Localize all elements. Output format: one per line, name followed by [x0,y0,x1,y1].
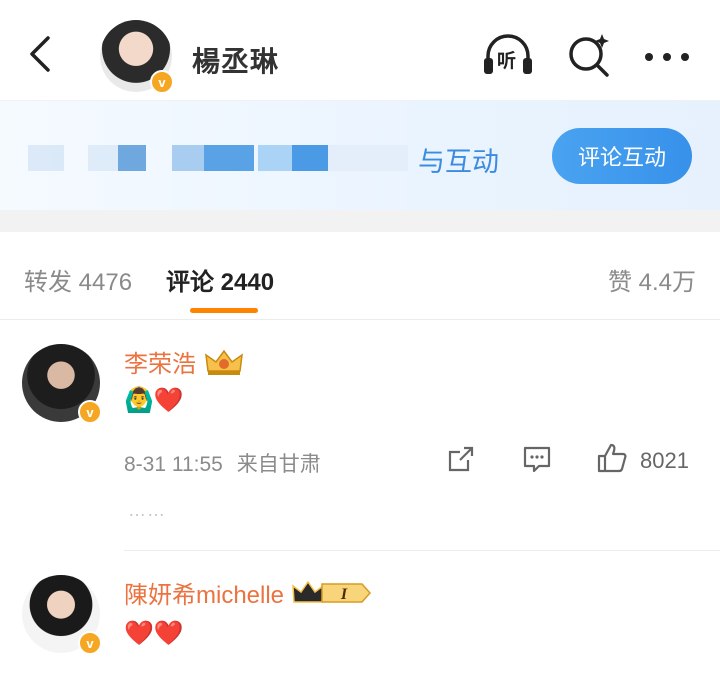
comment-item: v 陳妍希michelle I ❤️❤️ [0,551,720,678]
v-verified-icon: v [150,70,174,94]
comment-interaction-button[interactable]: 评论互动 [552,128,692,184]
comment-location: 来自甘肃 [236,453,321,476]
more-dots-icon[interactable] [644,52,690,62]
profile-avatar[interactable]: v [100,20,174,94]
banner-text: 与互动 [418,147,499,177]
top-bar: v 楊丞琳 听 [0,0,720,100]
vip-level-text: I [340,586,348,603]
comment-time: 8-31 11:55 [124,453,223,476]
active-tab-indicator [190,308,258,313]
section-gap [0,210,720,232]
commenter-name-text: 陳妍希michelle [124,582,285,609]
commenter-avatar[interactable]: v [22,344,102,424]
search-icon[interactable] [566,32,612,78]
commenter-avatar[interactable]: v [22,575,102,655]
crown-badge-icon [205,349,243,375]
back-arrow-icon[interactable] [22,34,62,74]
comment-meta: 8-31 11:55 来自甘肃 [124,448,321,478]
commenter-name[interactable]: 陳妍希michelle I [124,575,372,610]
tab-like[interactable]: 赞 4.4万 [608,262,696,297]
comment-content: ❤️❤️ [124,620,184,647]
blurred-banner-text [28,145,418,171]
commenter-name-text: 李荣浩 [124,351,196,378]
v-verified-icon: v [78,631,102,655]
comment-item: v 李荣浩 🙆‍♂️❤️ 8-31 11:55 来自甘肃 8021 [0,320,720,550]
v-verified-icon: v [78,400,102,424]
comment-content: 🙆‍♂️❤️ [124,387,184,414]
crown-vip-badge-icon: I [292,580,372,603]
tab-comment[interactable]: 评论 2440 [166,262,274,297]
profile-username[interactable]: 楊丞琳 [192,40,279,80]
listen-button[interactable]: 听 [482,34,534,76]
more-replies-indicator[interactable]: …… [128,500,166,521]
reply-comment-icon[interactable] [522,444,552,474]
tab-forward[interactable]: 转发 4476 [24,262,132,297]
like-count: 8021 [640,448,689,473]
listen-label: 听 [497,51,517,72]
share-icon[interactable] [446,444,476,474]
thumbs-up-icon[interactable] [596,442,628,474]
tab-bar: 转发 4476 评论 2440 赞 4.4万 [0,232,720,320]
commenter-name[interactable]: 李荣浩 [124,344,244,379]
